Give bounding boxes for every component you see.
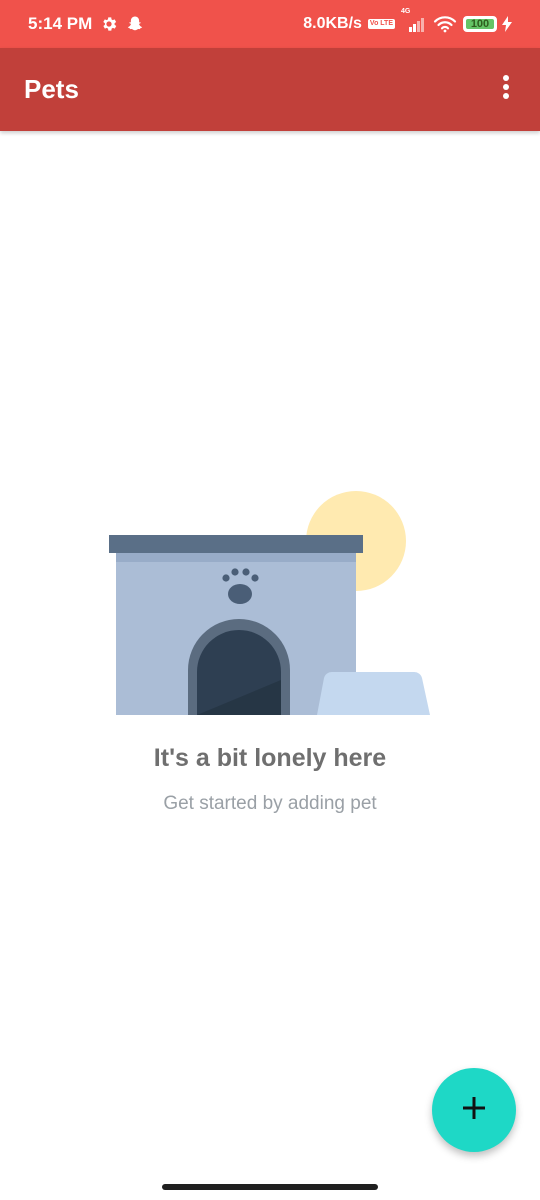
app-bar: Pets [0, 48, 540, 131]
wifi-icon [433, 15, 457, 33]
home-indicator[interactable] [162, 1184, 378, 1190]
settings-icon [100, 15, 118, 33]
battery-level: 100 [470, 18, 490, 30]
charging-icon [502, 16, 512, 32]
plus-icon [461, 1095, 487, 1126]
more-vertical-icon [502, 74, 510, 105]
snapchat-icon [126, 15, 144, 33]
status-right: 8.0KB/s Vo LTE 4G 100 [303, 8, 512, 33]
pet-bowl [317, 671, 430, 715]
page-title: Pets [24, 74, 79, 104]
add-pet-button[interactable] [432, 1068, 516, 1152]
volte-label: Vo LTE [369, 20, 393, 27]
battery-indicator: 100 [463, 16, 497, 32]
house-roof [109, 535, 363, 553]
volte-icon: Vo LTE [367, 19, 395, 29]
signal-icon: 4G [401, 8, 427, 32]
battery-icon: 100 [463, 16, 497, 32]
network-speed: 8.0KB/s [303, 15, 362, 32]
network-type-label: 4G [401, 8, 411, 15]
empty-state-subtitle: Get started by adding pet [163, 793, 377, 814]
dog-house-illustration [100, 480, 440, 725]
status-bar: 5:14 PM 8.0KB/s Vo LTE 4G 100 [0, 0, 540, 48]
more-options-button[interactable] [486, 70, 526, 110]
status-time: 5:14 PM [28, 14, 93, 33]
empty-state-title: It's a bit lonely here [153, 744, 387, 772]
status-left: 5:14 PM [28, 14, 144, 34]
